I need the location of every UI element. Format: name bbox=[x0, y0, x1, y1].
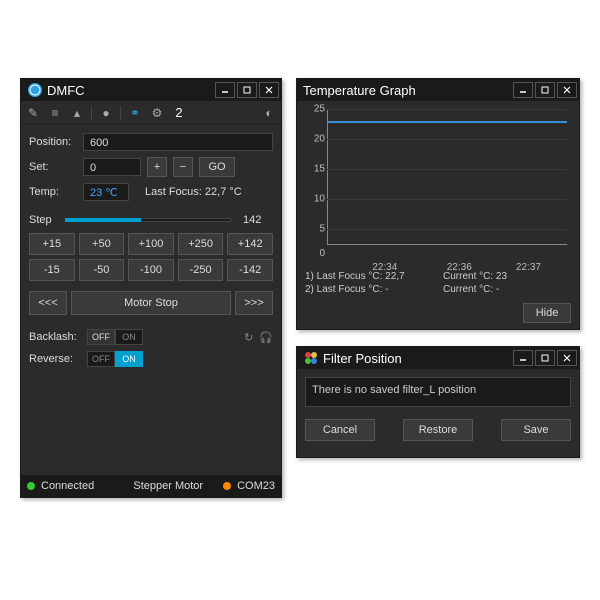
step-minus-0[interactable]: -15 bbox=[29, 259, 75, 281]
step-minus-4[interactable]: -142 bbox=[227, 259, 273, 281]
app-icon bbox=[27, 82, 43, 98]
set-plus-button[interactable]: + bbox=[147, 157, 167, 177]
link-icon[interactable]: ⚭ bbox=[127, 105, 143, 121]
backlash-off-toggle[interactable]: OFF bbox=[87, 329, 115, 345]
filter-icon bbox=[303, 350, 319, 366]
temp-title: Temperature Graph bbox=[303, 83, 513, 98]
dmfc-title: DMFC bbox=[47, 83, 215, 98]
go-button[interactable]: GO bbox=[199, 157, 235, 177]
cancel-button[interactable]: Cancel bbox=[305, 419, 375, 441]
backlash-on-toggle[interactable]: ON bbox=[115, 329, 143, 345]
maximize-button[interactable] bbox=[535, 350, 555, 366]
step-plus-2[interactable]: +100 bbox=[128, 233, 174, 255]
info-last2: 2) Last Focus °C: - bbox=[305, 284, 433, 295]
position-label: Position: bbox=[29, 136, 77, 148]
xtick: 22:37 bbox=[516, 262, 541, 273]
info-cur2: Current °C: - bbox=[443, 284, 571, 295]
set-label: Set: bbox=[29, 161, 77, 173]
save-button[interactable]: Save bbox=[501, 419, 571, 441]
toolbar-count: 2 bbox=[171, 105, 187, 121]
filter-titlebar[interactable]: Filter Position bbox=[297, 347, 579, 369]
ytick: 25 bbox=[307, 104, 325, 115]
minimize-button[interactable] bbox=[215, 82, 235, 98]
step-plus-3[interactable]: +250 bbox=[178, 233, 224, 255]
chart-line bbox=[327, 121, 567, 123]
edit-icon[interactable]: ✎ bbox=[25, 105, 41, 121]
temp-titlebar[interactable]: Temperature Graph bbox=[297, 79, 579, 101]
step-grid-minus: -15 -50 -100 -250 -142 bbox=[29, 259, 273, 281]
step-label: Step bbox=[29, 214, 59, 226]
close-button[interactable] bbox=[259, 82, 279, 98]
temp-value: 23 ℃ bbox=[83, 183, 129, 201]
ytick: 20 bbox=[307, 134, 325, 145]
circle-icon[interactable]: ● bbox=[98, 105, 114, 121]
minimize-button[interactable] bbox=[513, 82, 533, 98]
filter-window: Filter Position There is no saved filter… bbox=[296, 346, 580, 458]
step-plus-0[interactable]: +15 bbox=[29, 233, 75, 255]
dmfc-statusbar: Connected Stepper Motor COM23 bbox=[21, 475, 281, 497]
refresh-icon[interactable]: ↻ bbox=[244, 331, 253, 344]
step-plus-4[interactable]: +142 bbox=[227, 233, 273, 255]
last-focus-text: Last Focus: 22,7 °C bbox=[145, 186, 242, 198]
motor-stop-button[interactable]: Motor Stop bbox=[71, 291, 231, 315]
step-minus-3[interactable]: -250 bbox=[178, 259, 224, 281]
motor-left-button[interactable]: <<< bbox=[29, 291, 67, 315]
restore-button[interactable]: Restore bbox=[403, 419, 473, 441]
dmfc-toolbar: ✎ ≡ ▴ ● ⚭ ⚙ 2 ◐ bbox=[21, 101, 281, 125]
up-icon[interactable]: ▴ bbox=[69, 105, 85, 121]
ytick: 10 bbox=[307, 194, 325, 205]
step-plus-1[interactable]: +50 bbox=[79, 233, 125, 255]
reverse-off-toggle[interactable]: OFF bbox=[87, 351, 115, 367]
step-minus-1[interactable]: -50 bbox=[79, 259, 125, 281]
filter-message: There is no saved filter_L position bbox=[305, 377, 571, 407]
ytick: 15 bbox=[307, 164, 325, 175]
ytick: 0 bbox=[307, 248, 325, 259]
step-minus-2[interactable]: -100 bbox=[128, 259, 174, 281]
bars-icon[interactable]: ≡ bbox=[47, 105, 63, 121]
connected-dot bbox=[27, 482, 35, 490]
xtick: 22:36 bbox=[447, 262, 472, 273]
close-button[interactable] bbox=[557, 350, 577, 366]
hide-button[interactable]: Hide bbox=[523, 303, 571, 323]
temp-label: Temp: bbox=[29, 186, 77, 198]
separator bbox=[91, 106, 92, 120]
maximize-button[interactable] bbox=[535, 82, 555, 98]
status-motor: Stepper Motor bbox=[133, 480, 203, 492]
headphones-icon[interactable]: 🎧 bbox=[259, 331, 273, 344]
info-last1: 1) Last Focus °C: 22,7 bbox=[305, 271, 433, 282]
minimize-button[interactable] bbox=[513, 350, 533, 366]
info-icon[interactable]: ◐ bbox=[261, 105, 277, 121]
dmfc-titlebar[interactable]: DMFC bbox=[21, 79, 281, 101]
gear-icon[interactable]: ⚙ bbox=[149, 105, 165, 121]
backlash-label: Backlash: bbox=[29, 331, 81, 343]
step-slider[interactable] bbox=[65, 213, 231, 227]
reverse-label: Reverse: bbox=[29, 353, 81, 365]
ytick: 5 bbox=[307, 224, 325, 235]
dmfc-window: DMFC ✎ ≡ ▴ ● ⚭ ⚙ 2 ◐ Position: 600 Set: … bbox=[20, 78, 282, 498]
set-input[interactable]: 0 bbox=[83, 158, 141, 176]
reverse-on-toggle[interactable]: ON bbox=[115, 351, 143, 367]
status-port: COM23 bbox=[237, 480, 275, 492]
port-dot bbox=[223, 482, 231, 490]
temperature-window: Temperature Graph 25 20 15 10 5 0 22:34 … bbox=[296, 78, 580, 330]
temperature-chart: 25 20 15 10 5 0 22:34 22:36 22:37 bbox=[305, 109, 571, 259]
filter-title: Filter Position bbox=[323, 351, 513, 366]
status-connected: Connected bbox=[41, 480, 94, 492]
position-value: 600 bbox=[83, 133, 273, 151]
step-grid-plus: +15 +50 +100 +250 +142 bbox=[29, 233, 273, 255]
xtick: 22:34 bbox=[372, 262, 397, 273]
step-value: 142 bbox=[243, 214, 273, 226]
motor-right-button[interactable]: >>> bbox=[235, 291, 273, 315]
maximize-button[interactable] bbox=[237, 82, 257, 98]
separator bbox=[120, 106, 121, 120]
close-button[interactable] bbox=[557, 82, 577, 98]
set-minus-button[interactable]: − bbox=[173, 157, 193, 177]
